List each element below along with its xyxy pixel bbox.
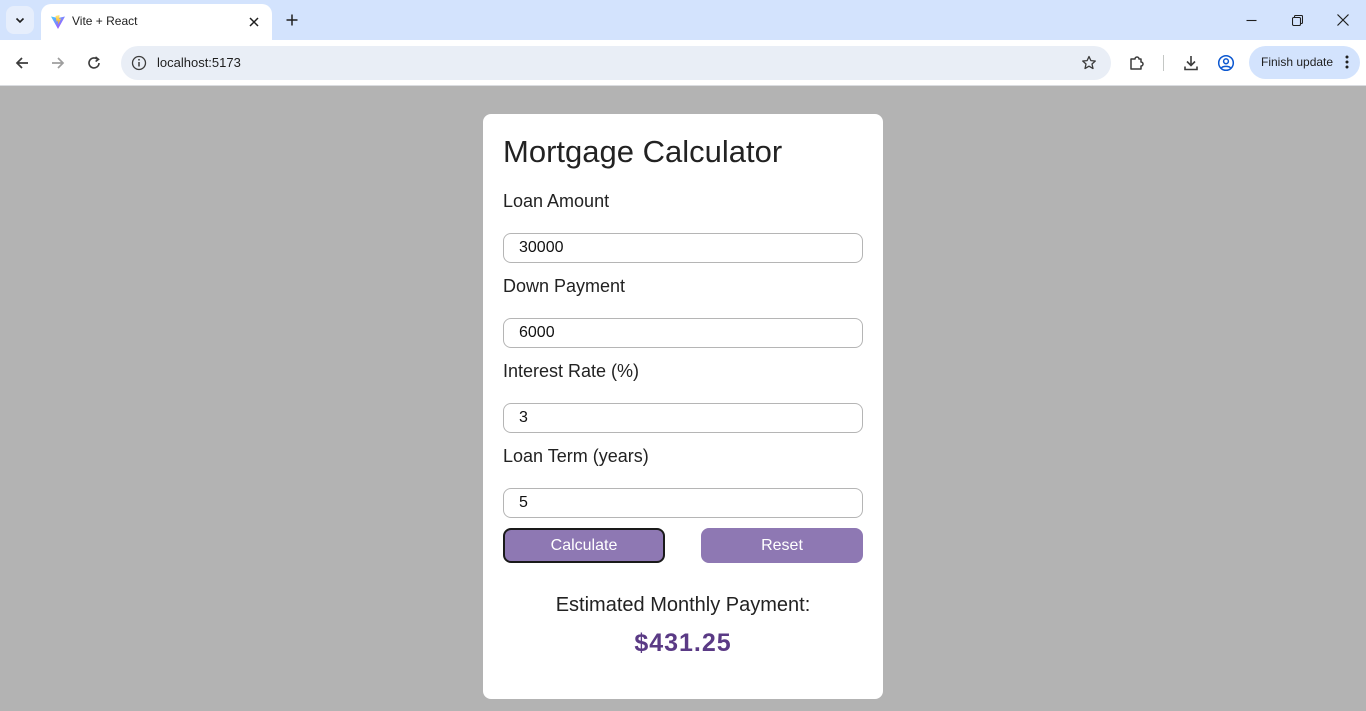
toolbar-divider	[1163, 55, 1164, 71]
new-tab-button[interactable]	[280, 8, 304, 32]
loan-amount-input[interactable]	[503, 233, 863, 263]
interest-rate-label: Interest Rate (%)	[503, 361, 640, 381]
browser-toolbar: localhost:5173 Finish update	[0, 40, 1366, 86]
minimize-window-button[interactable]	[1228, 0, 1274, 40]
reset-button[interactable]: Reset	[701, 528, 863, 563]
finish-update-label: Finish update	[1261, 55, 1334, 69]
loan-amount-label: Loan Amount	[503, 191, 610, 211]
down-payment-label: Down Payment	[503, 276, 626, 296]
loan-term-input[interactable]	[503, 488, 863, 518]
finish-update-button[interactable]: Finish update	[1249, 46, 1360, 79]
tab-search-button[interactable]	[6, 6, 34, 34]
site-info-icon[interactable]	[129, 53, 149, 73]
more-vert-icon	[1344, 54, 1350, 70]
arrow-right-icon	[52, 57, 65, 69]
mortgage-calculator-card: Mortgage Calculator Loan Amount Down Pay…	[483, 114, 883, 699]
minimize-icon	[1246, 19, 1256, 21]
address-bar[interactable]: localhost:5173	[121, 46, 1111, 80]
browser-tabbar: Vite + React	[0, 0, 1366, 40]
profile-icon	[1217, 54, 1235, 72]
downloads-button[interactable]	[1177, 49, 1205, 77]
profile-button[interactable]	[1212, 49, 1240, 77]
puzzle-icon	[1130, 56, 1144, 70]
interest-rate-input[interactable]	[503, 403, 863, 433]
restore-window-button[interactable]	[1274, 0, 1320, 40]
down-payment-input[interactable]	[503, 318, 863, 348]
vite-logo-icon	[51, 15, 65, 29]
page-title: Mortgage Calculator	[503, 134, 783, 169]
arrow-left-icon	[15, 57, 28, 69]
chevron-down-icon	[15, 17, 25, 24]
address-url: localhost:5173	[157, 55, 241, 70]
plus-icon	[286, 14, 298, 26]
forward-button[interactable]	[44, 49, 72, 77]
result-label: Estimated Monthly Payment:	[555, 594, 811, 616]
download-icon	[1184, 56, 1198, 71]
tab-title: Vite + React	[72, 14, 138, 28]
browser-tab[interactable]: Vite + React	[41, 4, 272, 40]
bookmark-star-icon[interactable]	[1079, 53, 1099, 73]
extensions-button[interactable]	[1123, 49, 1151, 77]
monthly-payment-value: $431.25	[634, 629, 732, 657]
reload-button[interactable]	[80, 49, 108, 77]
close-icon	[1337, 14, 1349, 26]
restore-icon	[1291, 14, 1303, 26]
close-window-button[interactable]	[1320, 0, 1366, 40]
close-icon	[249, 17, 259, 27]
tab-close-button[interactable]	[244, 12, 264, 32]
calculate-button[interactable]: Calculate	[503, 528, 665, 563]
reload-icon	[88, 56, 100, 69]
back-button[interactable]	[8, 49, 36, 77]
loan-term-label: Loan Term (years)	[503, 446, 649, 466]
